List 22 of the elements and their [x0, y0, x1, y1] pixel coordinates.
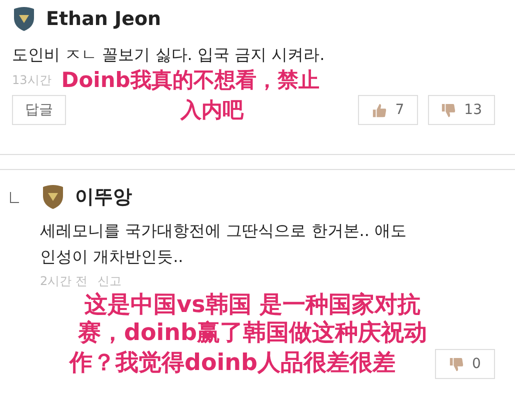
timestamp: 13시간: [12, 72, 52, 90]
dislike-button[interactable]: 13: [428, 95, 495, 126]
thumbs-down-icon: [449, 356, 464, 372]
comment-text: 도인비 ㅈㄴ 꼴보기 싫다. 입국 금지 시켜라.: [12, 45, 325, 64]
annotation-text: 入内吧: [180, 98, 244, 123]
shield-icon: [41, 184, 65, 210]
comment-text: 세레모니를 국가대항전에 그딴식으로 한거본.. 애도: [40, 221, 407, 240]
annotation-text: 赛，doinb赢了韩国做这种庆祝动: [78, 320, 427, 348]
thumbs-up-icon: [372, 102, 388, 118]
like-button[interactable]: 7: [358, 95, 418, 126]
dislike-button[interactable]: 0: [435, 349, 495, 380]
shield-icon: [12, 6, 36, 32]
annotation-text: 作？我觉得doinb人品很差很差: [70, 350, 396, 378]
reply-button[interactable]: 답글: [12, 95, 66, 126]
timestamp: 2시간 전: [40, 272, 88, 290]
author-name: Ethan Jeon: [46, 8, 162, 30]
comment-text: 인성이 개차반인듯..: [40, 247, 184, 266]
reply-arrow-icon: [10, 192, 19, 202]
thumbs-down-icon: [441, 102, 456, 118]
author-name: 이뚜앙: [75, 185, 132, 210]
annotation-text: Doinb我真的不想看，禁止: [61, 68, 320, 94]
annotation-text: 这是中国vs韩国 是一种国家对抗: [84, 292, 420, 320]
